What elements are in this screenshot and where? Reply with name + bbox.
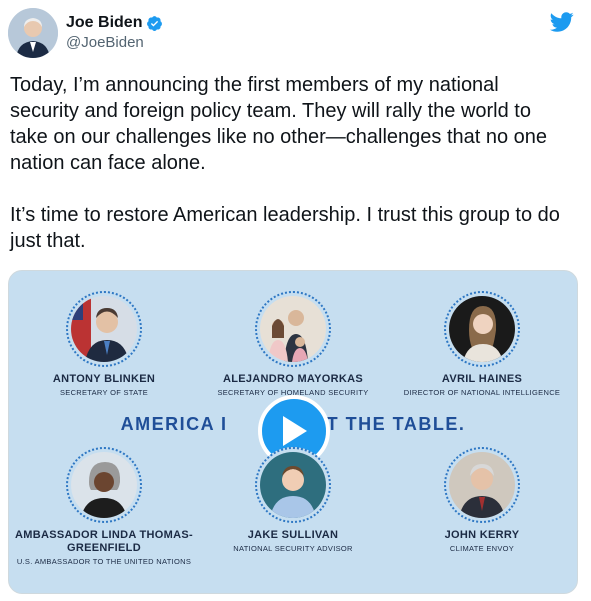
person-name: AVRIL HAINES bbox=[441, 373, 523, 385]
person-title: SECRETARY OF STATE bbox=[59, 388, 149, 397]
headline-right: AT THE TABLE. bbox=[313, 414, 466, 434]
person-title: DIRECTOR OF NATIONAL INTELLIGENCE bbox=[403, 388, 561, 397]
person-card: ANTONY BLINKEN SECRETARY OF STATE bbox=[9, 291, 199, 398]
person-title: CLIMATE ENVOY bbox=[449, 544, 515, 553]
user-avatar-icon bbox=[8, 8, 58, 58]
person-card: AVRIL HAINES DIRECTOR OF NATIONAL INTELL… bbox=[387, 291, 577, 398]
portrait-kerry bbox=[444, 447, 520, 523]
person-name: ANTONY BLINKEN bbox=[52, 373, 156, 385]
author-handle[interactable]: @JoeBiden bbox=[66, 34, 163, 51]
portrait-sullivan bbox=[255, 447, 331, 523]
person-title: NATIONAL SECURITY ADVISOR bbox=[233, 544, 353, 553]
person-name: JOHN KERRY bbox=[444, 529, 520, 541]
play-icon bbox=[283, 416, 307, 446]
author-avatar[interactable] bbox=[8, 8, 58, 58]
twitter-bird-icon[interactable] bbox=[549, 10, 575, 34]
headline-left: AMERICA I bbox=[120, 414, 228, 434]
author-display-name[interactable]: Joe Biden bbox=[66, 14, 142, 32]
verified-badge-icon bbox=[147, 15, 163, 31]
person-name: AMBASSADOR LINDA THOMAS-GREENFIELD bbox=[15, 529, 193, 554]
author-name[interactable]: Joe Biden bbox=[66, 14, 163, 32]
person-name: JAKE SULLIVAN bbox=[247, 529, 339, 541]
person-card: AMBASSADOR LINDA THOMAS-GREENFIELD U.S. … bbox=[9, 447, 199, 567]
tweet-video-media[interactable]: ANTONY BLINKEN SECRETARY OF STATE ALEJAN… bbox=[8, 270, 578, 594]
person-title: U.S. AMBASSADOR TO THE UNITED NATIONS bbox=[16, 557, 192, 566]
tweet-header: Joe Biden @JoeBiden bbox=[8, 8, 583, 64]
portrait-thomas-greenfield bbox=[66, 447, 142, 523]
person-card: JAKE SULLIVAN NATIONAL SECURITY ADVISOR bbox=[198, 447, 388, 554]
person-name: ALEJANDRO MAYORKAS bbox=[222, 373, 364, 385]
portrait-blinken bbox=[66, 291, 142, 367]
tweet-body: Today, I’m announcing the first members … bbox=[10, 74, 560, 252]
person-card: JOHN KERRY CLIMATE ENVOY bbox=[387, 447, 577, 554]
portrait-mayorkas bbox=[255, 291, 331, 367]
portrait-haines bbox=[444, 291, 520, 367]
person-card: ALEJANDRO MAYORKAS SECRETARY OF HOMELAND… bbox=[198, 291, 388, 398]
